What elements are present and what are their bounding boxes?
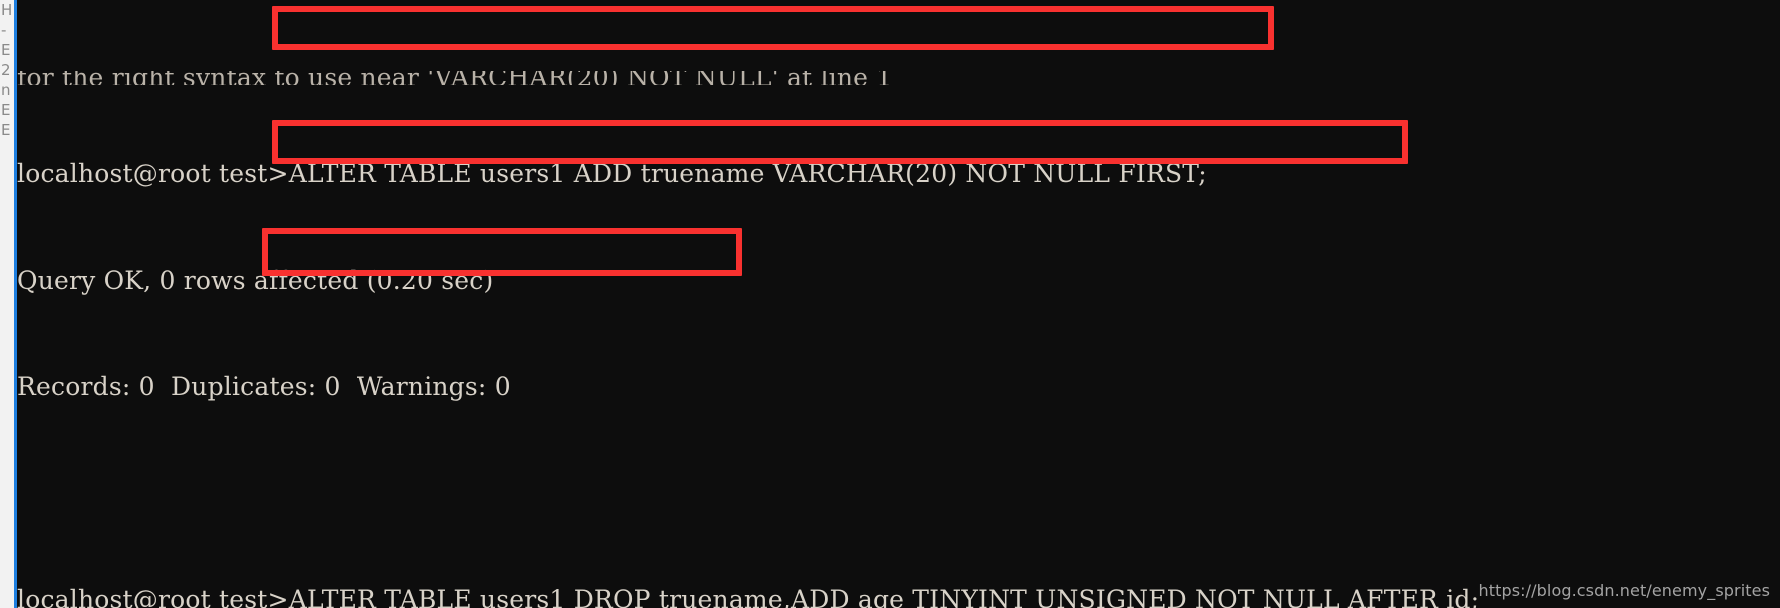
- screenshot-root: H - E 2 n E E for the right syntax to us…: [0, 0, 1780, 608]
- terminal-line-output-records-1: Records: 0 Duplicates: 0 Warnings: 0: [17, 372, 511, 401]
- sliver-fragment: E: [1, 121, 11, 139]
- terminal-output[interactable]: for the right syntax to use near 'VARCHA…: [17, 0, 1780, 608]
- sliver-fragment: 2: [1, 61, 11, 79]
- terminal-line-command-1: localhost@root test>ALTER TABLE users1 A…: [17, 159, 1207, 188]
- sliver-fragment: E: [1, 101, 11, 119]
- left-window-sliver: H - E 2 n E E: [0, 0, 14, 608]
- sliver-fragment: n: [1, 81, 11, 99]
- left-sliver-text-fragments: H - E 2 n E E: [0, 0, 14, 608]
- sliver-fragment: H: [1, 1, 13, 19]
- sliver-fragment: -: [1, 21, 7, 39]
- watermark-url: https://blog.csdn.net/enemy_sprites: [1478, 581, 1770, 600]
- window-edge-accent-rule: [14, 0, 17, 608]
- terminal-line-output-query-ok-1: Query OK, 0 rows affected (0.20 sec): [17, 265, 494, 295]
- terminal-line-error-tail: for the right syntax to use near 'VARCHA…: [17, 71, 1780, 85]
- sliver-fragment: E: [1, 41, 11, 59]
- terminal-line-text: for the right syntax to use near 'VARCHA…: [17, 71, 892, 85]
- terminal-line-blank-1: [17, 476, 1780, 512]
